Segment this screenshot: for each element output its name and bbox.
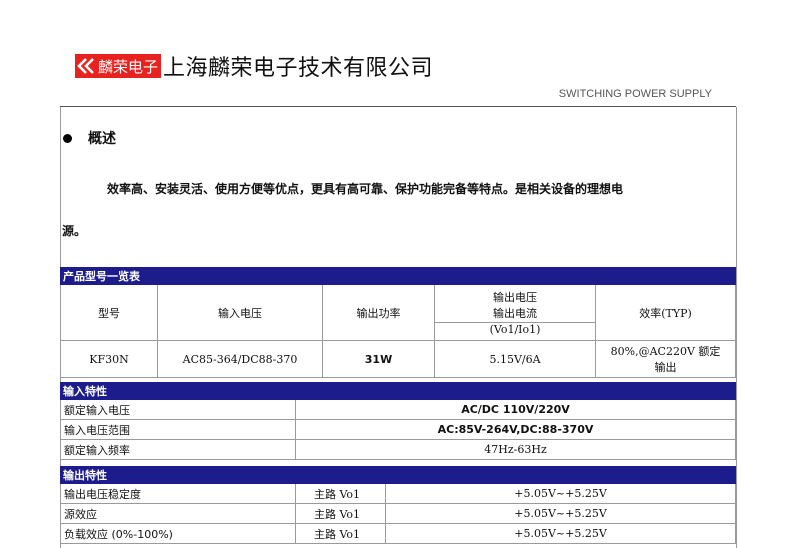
- output-channel: 主路 Vo1: [295, 503, 386, 524]
- output-channel: 主路 Vo1: [295, 483, 386, 504]
- cell-output: 5.15V/6A: [434, 340, 596, 378]
- output-value: +5.05V~+5.25V: [384, 503, 737, 524]
- output-channel: 主路 Vo1: [295, 523, 386, 544]
- product-table: 产品型号一览表 型号 输入电压 输出功率 输出电压 输出电流 (Vo1/Io1)…: [59, 267, 737, 378]
- output-value: +5.05V~+5.25V: [384, 523, 737, 544]
- table-row: 额定输入频率 47Hz-63Hz: [60, 439, 736, 460]
- output-value: +5.05V~+5.25V: [384, 483, 737, 504]
- header-input-voltage: 输入电压: [157, 284, 323, 341]
- double-chevron-left-icon: [77, 58, 94, 74]
- product-row: KF30N AC85-364/DC88-370 31W 5.15V/6A 80%…: [60, 340, 737, 378]
- header-output-line2: 输出电流: [493, 307, 537, 320]
- cell-output-power: 31W: [322, 340, 435, 378]
- cell-model: KF30N: [60, 340, 158, 378]
- efficiency-line2: 输出: [654, 361, 677, 374]
- product-table-band: 产品型号一览表: [59, 267, 737, 285]
- header-model: 型号: [60, 284, 158, 341]
- input-value: AC:85V-264V,DC:88-370V: [295, 419, 736, 440]
- header-output-line1: 输出电压: [493, 291, 537, 304]
- company-name: 上海麟荣电子技术有限公司: [163, 56, 434, 81]
- tagline: SWITCHING POWER SUPPLY: [558, 88, 712, 100]
- table-row: 输入电压范围 AC:85V-264V,DC:88-370V: [60, 419, 736, 440]
- header-output-power: 输出功率: [322, 284, 435, 341]
- input-label: 额定输入频率: [60, 439, 296, 460]
- input-label: 额定输入电压: [60, 399, 296, 420]
- table-row: 额定输入电压 AC/DC 110V/220V: [60, 399, 736, 420]
- input-table-band: 输入特性: [60, 382, 736, 400]
- bullet-icon: [63, 133, 72, 143]
- output-label: 输出电压稳定度: [60, 483, 296, 504]
- overview-paragraph-line1: 效率高、安装灵活、使用方便等优点，更具有高可靠、保护功能完备等特点。是相关设备的…: [107, 182, 624, 196]
- header-efficiency: 效率(TYP): [594, 284, 737, 341]
- output-table-band: 输出特性: [59, 466, 737, 484]
- output-label: 源效应: [60, 503, 296, 524]
- efficiency-line1: 80%,@AC220V 额定: [610, 345, 721, 358]
- output-table: 输出特性 输出电压稳定度 主路 Vo1 +5.05V~+5.25V 源效应 主路…: [59, 466, 737, 544]
- table-row: 源效应 主路 Vo1 +5.05V~+5.25V: [60, 503, 737, 524]
- cell-efficiency: 80%,@AC220V 额定 输出: [594, 340, 737, 378]
- table-row: 输出电压稳定度 主路 Vo1 +5.05V~+5.25V: [60, 483, 737, 504]
- cell-input-voltage: AC85-364/DC88-370: [157, 340, 323, 378]
- overview-paragraph-line2: 源。: [62, 224, 87, 238]
- overview-title: 概述: [88, 131, 116, 147]
- header-output-line3: (Vo1/Io1): [435, 322, 595, 336]
- logo-text: 麟荣电子: [98, 57, 159, 76]
- output-label: 负载效应 (0%-100%): [60, 523, 296, 544]
- table-row: 负载效应 (0%-100%) 主路 Vo1 +5.05V~+5.25V: [60, 523, 737, 544]
- company-logo: 麟荣电子 上海麟荣电子技术有限公司: [75, 53, 434, 81]
- input-table: 输入特性 额定输入电压 AC/DC 110V/220V 输入电压范围 AC:85…: [60, 382, 736, 460]
- product-header-row: 型号 输入电压 输出功率 输出电压 输出电流 (Vo1/Io1) 效率(TYP): [60, 284, 737, 341]
- input-label: 输入电压范围: [60, 419, 296, 440]
- input-value: AC/DC 110V/220V: [295, 399, 736, 420]
- logo-badge: 麟荣电子: [75, 54, 162, 78]
- input-value: 47Hz-63Hz: [295, 439, 736, 460]
- overview-heading: 概述: [63, 128, 116, 148]
- header-output: 输出电压 输出电流 (Vo1/Io1): [434, 284, 596, 341]
